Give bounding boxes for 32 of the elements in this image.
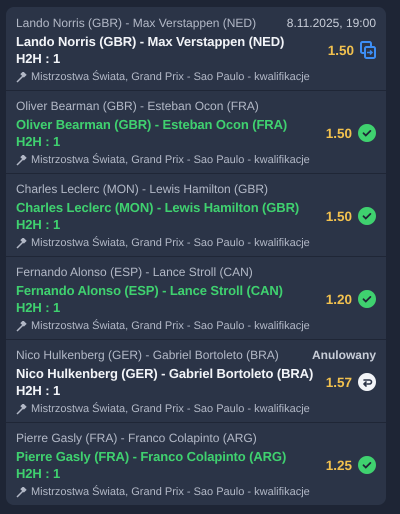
odds-value: 1.50 xyxy=(326,208,352,224)
market-label: H2H : 1 xyxy=(16,133,62,150)
event-name: Lando Norris (GBR) - Max Verstappen (NED) xyxy=(16,16,256,30)
market-label: H2H : 1 xyxy=(16,50,62,67)
selection-name: Charles Leclerc (MON) - Lewis Hamilton (GBR) xyxy=(16,199,300,216)
market-label: H2H : 1 xyxy=(16,299,62,316)
event-name: Oliver Bearman (GBR) - Esteban Ocon (FRA) xyxy=(16,99,259,113)
event-name: Nico Hulkenberg (GER) - Gabriel Bortoleto (BRA) xyxy=(16,348,279,362)
event-date: 8.11.2025, 19:00 xyxy=(286,16,376,30)
market-label: H2H : 1 xyxy=(16,216,62,233)
league-name: Mistrzostwa Świata, Grand Prix - Sao Paulo - kwalifikacje xyxy=(31,486,310,498)
odds-value: 1.57 xyxy=(326,374,352,390)
league-name: Mistrzostwa Świata, Grand Prix - Sao Paulo - kwalifikacje xyxy=(31,71,310,83)
market-label: H2H : 1 xyxy=(16,465,62,482)
odds-value: 1.50 xyxy=(326,126,352,140)
league-name: Mistrzostwa Świata, Grand Prix - Sao Paulo - kwalifikacje xyxy=(31,403,310,415)
odds-value: 1.50 xyxy=(328,42,354,58)
selection-name: Nico Hulkenberg (GER) - Gabriel Bortoleto (BRA) xyxy=(16,365,314,382)
market-label: H2H : 1 xyxy=(16,382,62,399)
selection-name: Lando Norris (GBR) - Max Verstappen (NED) xyxy=(16,33,284,50)
league-name: Mistrzostwa Świata, Grand Prix - Sao Paulo - kwalifikacje xyxy=(31,154,310,166)
odds-value: 1.20 xyxy=(326,292,352,306)
selection-name: Oliver Bearman (GBR) - Esteban Ocon (FRA) xyxy=(16,116,288,133)
selection-name: Pierre Gasly (FRA) - Franco Colapinto (ARG) xyxy=(16,448,286,465)
event-name: Fernando Alonso (ESP) - Lance Stroll (CAN) xyxy=(16,265,253,279)
selection-name: Fernando Alonso (ESP) - Lance Stroll (CAN) xyxy=(16,282,283,299)
league-name: Mistrzostwa Świata, Grand Prix - Sao Paulo - kwalifikacje xyxy=(31,237,310,249)
event-name: Charles Leclerc (MON) - Lewis Hamilton (GBR) xyxy=(16,182,268,196)
event-name: Pierre Gasly (FRA) - Franco Colapinto (ARG) xyxy=(16,431,257,445)
status-label: Anulowany xyxy=(312,348,376,362)
odds-value: 1.25 xyxy=(326,458,352,472)
league-name: Mistrzostwa Świata, Grand Prix - Sao Paulo - kwalifikacje xyxy=(31,320,310,332)
